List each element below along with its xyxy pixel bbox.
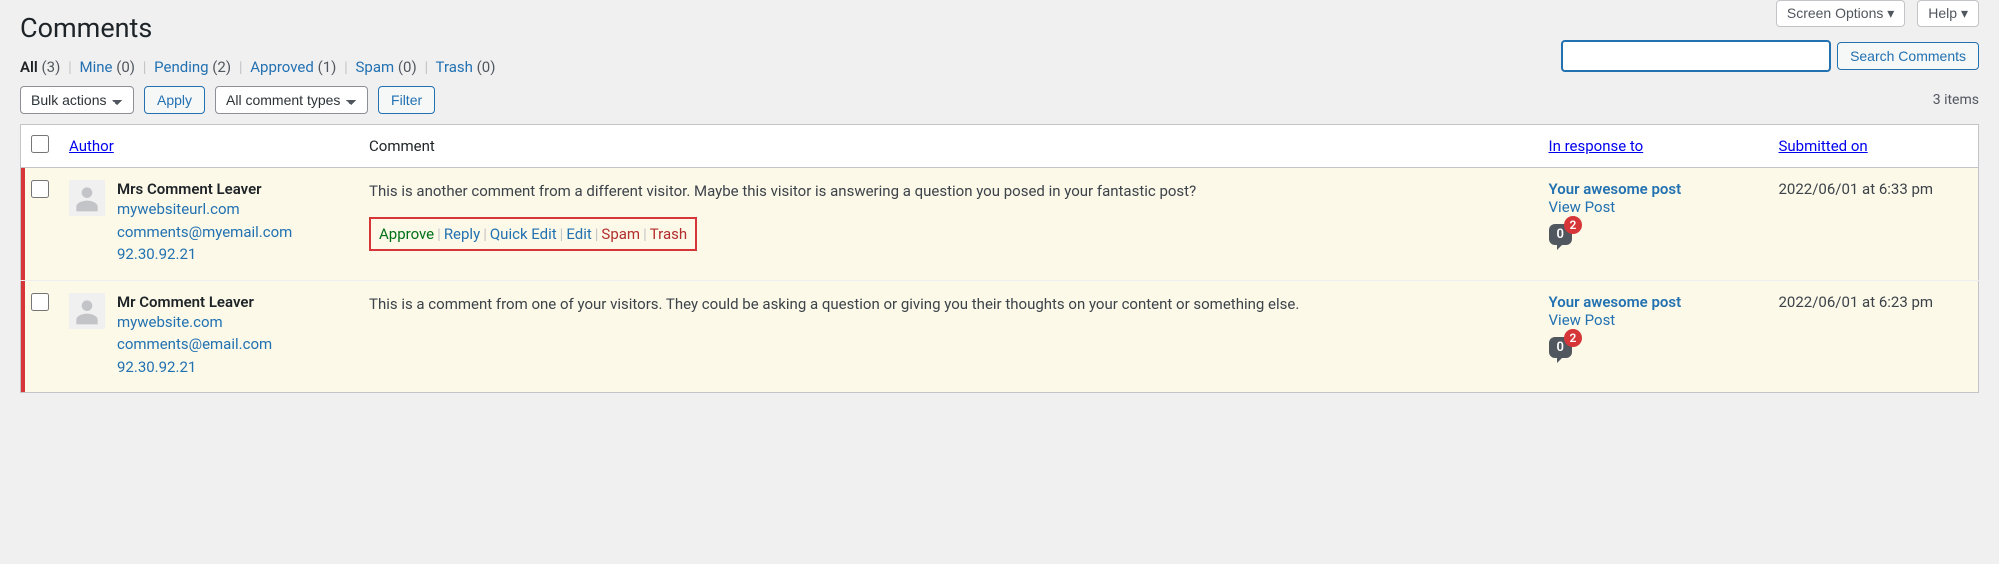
table-row: Mr Comment Leavermywebsite.comcomments@e… [21,280,1979,393]
col-response[interactable]: In response to [1549,137,1644,155]
view-post-link[interactable]: View Post [1549,198,1759,216]
col-submitted[interactable]: Submitted on [1779,137,1868,155]
avatar [69,293,105,329]
tablenav-top: Bulk actions Apply All comment types Fil… [20,86,1979,114]
filter-pending[interactable]: Pending [154,58,208,76]
spam-link[interactable]: Spam [601,225,640,243]
author-name: Mrs Comment Leaver [117,180,292,198]
submitted-on: 2022/06/01 at 6:23 pm [1769,280,1979,393]
author-cell: Mrs Comment Leavermywebsiteurl.comcommen… [69,180,349,266]
response-post-link[interactable]: Your awesome post [1549,180,1759,198]
author-ip-link[interactable]: 92.30.92.21 [117,356,272,379]
filter-approved-count: (1) [318,58,337,76]
col-author[interactable]: Author [69,137,114,155]
search-button[interactable]: Search Comments [1837,42,1979,70]
screen-options-button[interactable]: Screen Options ▾ [1776,0,1905,27]
filter-spam-count: (0) [398,58,417,76]
author-info: Mr Comment Leavermywebsite.comcomments@e… [117,293,272,379]
table-row: Mrs Comment Leavermywebsiteurl.comcommen… [21,168,1979,281]
pending-badge: 2 [1564,216,1582,234]
select-all-checkbox[interactable] [31,135,49,153]
author-ip-link[interactable]: 92.30.92.21 [117,243,292,266]
comment-count-bubble-wrap: 02 [1549,337,1572,358]
filter-mine-count: (0) [116,58,135,76]
author-cell: Mr Comment Leavermywebsite.comcomments@e… [69,293,349,379]
reply-link[interactable]: Reply [444,225,480,243]
search-row: Search Comments [1561,40,1979,72]
items-count: 3 items [1933,92,1979,108]
search-input[interactable] [1561,40,1831,72]
comment-type-select[interactable]: All comment types [215,86,368,114]
author-url-link[interactable]: mywebsiteurl.com [117,198,292,221]
trash-link[interactable]: Trash [650,225,687,243]
filter-pending-count: (2) [212,58,231,76]
bulk-actions-select[interactable]: Bulk actions [20,86,134,114]
row-checkbox[interactable] [31,293,49,311]
comment-text: This is a comment from one of your visit… [369,293,1529,316]
col-comment: Comment [359,125,1539,168]
approve-link[interactable]: Approve [379,225,434,243]
filter-spam[interactable]: Spam [356,58,395,76]
author-email-link[interactable]: comments@myemail.com [117,221,292,244]
comment-text: This is another comment from a different… [369,180,1529,203]
avatar [69,180,105,216]
row-actions: Approve|Reply|Quick Edit|Edit|Spam|Trash [369,217,697,251]
row-checkbox[interactable] [31,180,49,198]
filter-all-count: (3) [42,58,61,76]
submitted-on: 2022/06/01 at 6:33 pm [1769,168,1979,281]
author-info: Mrs Comment Leavermywebsiteurl.comcommen… [117,180,292,266]
filter-all[interactable]: All [20,58,38,76]
apply-button[interactable]: Apply [144,86,205,114]
filter-approved[interactable]: Approved [250,58,314,76]
pending-badge: 2 [1564,329,1582,347]
comments-table: Author Comment In response to Submitted … [20,124,1979,393]
filter-mine[interactable]: Mine [79,58,112,76]
screen-meta: Screen Options ▾ Help ▾ [1776,0,1979,27]
filter-button[interactable]: Filter [378,86,435,114]
edit-link[interactable]: Edit [566,225,591,243]
author-email-link[interactable]: comments@email.com [117,333,272,356]
quick-edit-link[interactable]: Quick Edit [490,225,557,243]
view-post-link[interactable]: View Post [1549,311,1759,329]
filter-trash[interactable]: Trash [436,58,473,76]
filter-trash-count: (0) [477,58,496,76]
response-post-link[interactable]: Your awesome post [1549,293,1759,311]
author-url-link[interactable]: mywebsite.com [117,311,272,334]
comment-count-bubble-wrap: 02 [1549,224,1572,245]
author-name: Mr Comment Leaver [117,293,272,311]
help-button[interactable]: Help ▾ [1917,0,1979,27]
